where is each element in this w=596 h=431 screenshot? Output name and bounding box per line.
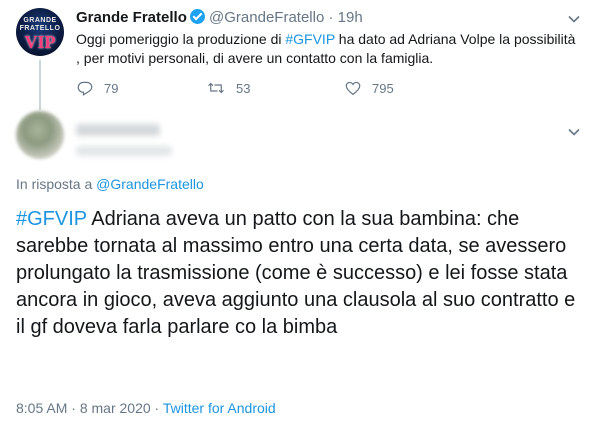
tweet1-separator: · [328, 9, 334, 26]
avatar-logo-text-top: GRANDE [23, 17, 57, 24]
avatar-logo-vip: VIP [24, 32, 56, 52]
retweet-count: 53 [236, 80, 251, 96]
like-count: 795 [372, 80, 394, 96]
avatar-replier[interactable] [16, 111, 64, 159]
replier-handle-blurred[interactable] [76, 146, 172, 156]
tweet1-hashtag-link[interactable]: #GFVIP [285, 31, 335, 47]
tweet2-meta: 8:05 AM · 8 mar 2020 · Twitter for Andro… [16, 400, 276, 416]
tweet2-time[interactable]: 8:05 AM [16, 400, 67, 416]
reply-count: 79 [104, 80, 119, 96]
tweet2-separator: · [154, 400, 160, 416]
tweet2-source-link[interactable]: Twitter for Android [163, 400, 276, 416]
replier-name-blurred[interactable] [76, 124, 160, 136]
reply-to-link[interactable]: @GrandeFratello [96, 176, 204, 192]
reply-context: In risposta a @GrandeFratello [16, 176, 204, 192]
tweet1-text-before: Oggi pomeriggio la produzione di [76, 31, 286, 47]
tweet2-body: Adriana aveva un patto con la sua bambin… [16, 208, 576, 338]
like-icon [345, 81, 361, 96]
tweet2-date[interactable]: 8 mar 2020 [80, 400, 151, 416]
reply-icon [77, 81, 93, 96]
retweet-button[interactable]: 53 [206, 79, 250, 97]
tweet1-header: Grande Fratello @GrandeFratello · 19h [76, 9, 363, 26]
tweet2-text: #GFVIP Adriana aveva un patto con la sua… [16, 206, 586, 341]
tweet1-time[interactable]: 19h [338, 9, 363, 26]
avatar-logo-text-mid: FRATELLO [19, 25, 61, 32]
retweet-icon [208, 82, 224, 94]
chevron-down-icon[interactable] [568, 125, 580, 143]
chevron-down-icon[interactable] [568, 12, 580, 30]
like-button[interactable]: 795 [344, 79, 394, 97]
reply-button[interactable]: 79 [76, 79, 118, 97]
avatar-grande-fratello[interactable]: GRANDE FRATELLO VIP [16, 8, 64, 56]
tweet1-display-name[interactable]: Grande Fratello [76, 9, 187, 26]
tweet1-text: Oggi pomeriggio la produzione di #GFVIP … [76, 30, 576, 68]
tweet1-handle[interactable]: @GrandeFratello [209, 9, 324, 26]
verified-icon [189, 9, 205, 24]
tweet2-hashtag-link[interactable]: #GFVIP [16, 208, 87, 230]
reply-prefix: In risposta a [16, 176, 97, 192]
thread-connector-line [39, 60, 41, 110]
tweet2-separator: · [71, 400, 76, 416]
